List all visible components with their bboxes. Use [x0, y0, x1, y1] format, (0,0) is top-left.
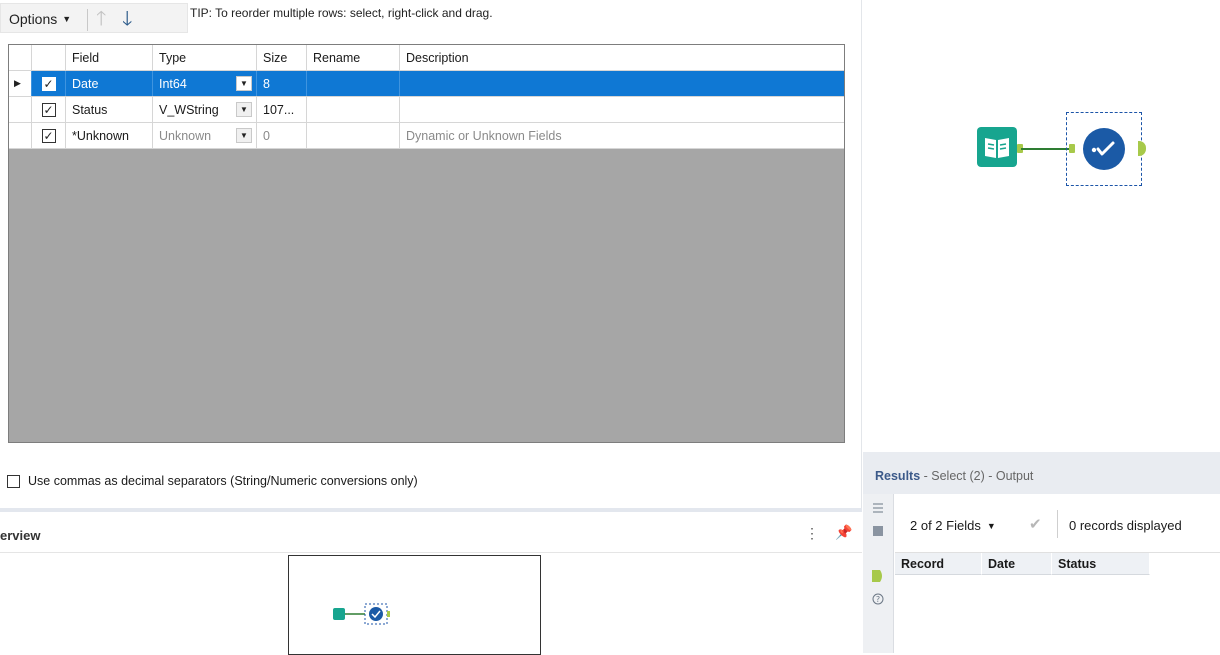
commas-option[interactable]: Use commas as decimal separators (String… [7, 474, 418, 488]
records-count: 0 records displayed [1069, 518, 1182, 533]
header-indicator [9, 45, 32, 70]
type-value: Int64 [159, 76, 187, 91]
svg-text:?: ? [876, 595, 880, 604]
size-cell[interactable]: 8 [257, 71, 307, 96]
row-checkbox[interactable]: ✓ [32, 97, 66, 122]
chevron-down-icon: ▼ [986, 520, 996, 531]
chevron-down-icon[interactable]: ▼ [236, 102, 252, 117]
select-tool-icon [1083, 128, 1125, 170]
overview-viewport[interactable] [288, 555, 541, 655]
table-icon[interactable] [871, 524, 885, 538]
select-output-anchor[interactable] [1138, 141, 1146, 156]
pin-icon[interactable]: 📌 [835, 524, 852, 541]
checkmark-icon: ✓ [41, 102, 56, 117]
overview-header-divider [0, 552, 862, 553]
column-header-field[interactable]: Field [66, 45, 153, 70]
row-indicator [9, 97, 32, 122]
configuration-pane: Options ▼ 🡑 🡓 TIP: To reorder multiple r… [0, 0, 862, 508]
checkmark-icon[interactable]: ✔ [1029, 515, 1042, 533]
grid-header-row: Field Type Size Rename Description [9, 45, 844, 71]
row-checkbox[interactable]: ✓ [32, 123, 66, 148]
reorder-tip: TIP: To reorder multiple rows: select, r… [190, 6, 493, 20]
column-header-description[interactable]: Description [400, 45, 844, 70]
results-header: Results - Select (2) - Output [863, 452, 1220, 494]
row-checkbox[interactable]: ✓ [32, 71, 66, 96]
fields-dropdown[interactable]: 2 of 2 Fields ▼ [910, 518, 996, 533]
toolbar-divider [87, 9, 88, 31]
results-column-record[interactable]: Record [895, 553, 982, 575]
move-down-icon[interactable]: 🡓 [122, 8, 132, 30]
output-anchor-icon[interactable] [871, 569, 885, 583]
config-toolbar: Options ▼ 🡑 🡓 [0, 3, 188, 33]
rename-cell[interactable] [307, 71, 400, 96]
type-select[interactable]: Int64 ▼ [153, 71, 257, 96]
commas-label: Use commas as decimal separators (String… [28, 474, 418, 488]
type-value: V_WString [159, 102, 219, 117]
chevron-down-icon[interactable]: ▼ [236, 128, 252, 143]
row-indicator [9, 123, 32, 148]
results-title: Results - Select (2) - Output [875, 469, 1033, 483]
rename-cell[interactable] [307, 123, 400, 148]
options-label: Options [9, 11, 58, 27]
header-select-all [32, 45, 66, 70]
table-row[interactable]: ✓ Status V_WString ▼ 107... [9, 97, 844, 123]
field-name-cell[interactable]: Status [66, 97, 153, 122]
select-tool[interactable] [1066, 112, 1142, 186]
options-dropdown[interactable]: Options ▼ [9, 11, 71, 27]
table-row[interactable]: ▶ ✓ Date Int64 ▼ 8 [9, 71, 844, 97]
column-header-type[interactable]: Type [153, 45, 257, 70]
connection-line[interactable] [1021, 148, 1071, 150]
field-name-cell[interactable]: Date [66, 71, 153, 96]
fields-label: 2 of 2 Fields [910, 518, 981, 533]
overview-title: erview [0, 528, 41, 543]
fields-grid: Field Type Size Rename Description ▶ ✓ D… [8, 44, 845, 443]
type-select[interactable]: Unknown ▼ [153, 123, 257, 148]
description-cell[interactable] [400, 97, 844, 122]
column-header-size[interactable]: Size [257, 45, 307, 70]
help-icon[interactable]: ? [871, 592, 885, 606]
results-pane: Results - Select (2) - Output ? 2 of 2 F… [863, 452, 1220, 653]
results-table: Record Date Status [895, 552, 1220, 653]
commas-checkbox[interactable] [7, 474, 20, 488]
list-icon[interactable] [871, 501, 885, 515]
size-cell[interactable]: 107... [257, 97, 307, 122]
field-name-cell[interactable]: *Unknown [66, 123, 153, 148]
workflow-canvas[interactable] [863, 0, 1220, 450]
description-cell[interactable] [400, 71, 844, 96]
results-title-prefix: Results [875, 469, 921, 483]
rename-cell[interactable] [307, 97, 400, 122]
checkmark-icon: ✓ [41, 128, 56, 143]
overview-pane: erview ⋮ 📌 [0, 512, 862, 655]
type-select[interactable]: V_WString ▼ [153, 97, 257, 122]
results-sidebar: ? [863, 494, 894, 653]
results-column-date[interactable]: Date [982, 553, 1052, 575]
chevron-down-icon: ▼ [62, 14, 72, 24]
checkmark-icon [1091, 141, 1115, 156]
book-icon [985, 138, 1009, 158]
results-toolbar-divider [1057, 510, 1058, 538]
description-cell[interactable]: Dynamic or Unknown Fields [400, 123, 844, 148]
results-title-suffix: - Select (2) - Output [920, 469, 1034, 483]
chevron-down-icon[interactable]: ▼ [236, 76, 252, 91]
checkmark-icon: ✓ [41, 76, 56, 91]
type-value: Unknown [159, 128, 212, 143]
row-pointer-icon: ▶ [9, 71, 32, 96]
overview-workflow-thumbnail [333, 603, 390, 625]
input-data-tool[interactable] [977, 127, 1017, 167]
table-row[interactable]: ✓ *Unknown Unknown ▼ 0 Dynamic or Unknown… [9, 123, 844, 149]
results-column-status[interactable]: Status [1052, 553, 1150, 575]
move-up-icon[interactable]: 🡑 [96, 8, 106, 30]
more-options-icon[interactable]: ⋮ [805, 525, 819, 542]
size-cell[interactable]: 0 [257, 123, 307, 148]
column-header-rename[interactable]: Rename [307, 45, 400, 70]
